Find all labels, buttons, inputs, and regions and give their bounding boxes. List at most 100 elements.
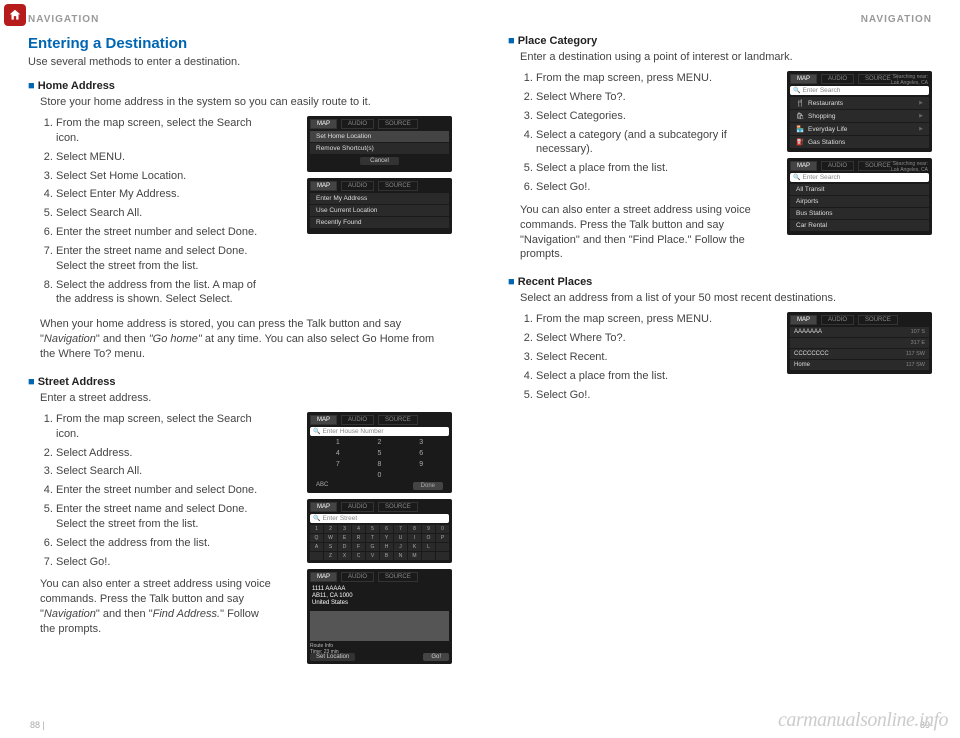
screenshot-recent-1: MAPAUDIOSOURCE AAAAAAA107᠎ S 317᠎ E CCCC…: [787, 312, 932, 374]
recent-row: 317᠎ E: [790, 338, 929, 348]
recent-row: Home117᠎ SW: [790, 360, 929, 370]
chevron-right-icon: ▶: [919, 113, 923, 119]
tab-source: SOURCE: [858, 315, 898, 325]
tab-map: MAP: [310, 502, 337, 512]
page-title: Entering a Destination: [28, 35, 452, 52]
set-location-button: Set Location: [310, 653, 355, 661]
list-item: Enter the street name and select Done. S…: [56, 502, 274, 532]
tab-map: MAP: [310, 181, 337, 191]
tab-map: MAP: [310, 415, 337, 425]
place-note: You can also enter a street address usin…: [508, 203, 754, 262]
menu-row: 🛍Shopping▶: [790, 110, 929, 122]
restaurant-icon: 🍴: [796, 99, 804, 105]
page-number-left: 88 |: [30, 720, 45, 730]
search-input: Enter Search: [802, 174, 840, 181]
list-item: From the map screen, select the Search i…: [56, 116, 274, 146]
cancel-button: Cancel: [360, 157, 399, 165]
section-home-address: Home Address: [28, 80, 452, 92]
addr-line: 1111 AAAAA: [312, 586, 447, 593]
go-button: Go!: [423, 653, 449, 661]
street-note: You can also enter a street address usin…: [28, 577, 274, 636]
abc-toggle: ABC: [316, 482, 328, 490]
menu-row: Airports: [790, 196, 929, 207]
tab-audio: AUDIO: [821, 74, 854, 84]
list-item: Select Where To?.: [536, 331, 754, 346]
recent-row: AAAAAAA107᠎ S: [790, 327, 929, 337]
screenshot-home-1: MAP AUDIO SOURCE Set Home Location Remove …: [307, 116, 452, 172]
list-item: Select a category (and a subcategory if …: [536, 128, 754, 158]
input-placeholder: Enter Street: [322, 515, 357, 522]
list-item: Select Categories.: [536, 109, 754, 124]
gas-icon: ⛽: [796, 138, 804, 144]
home-steps: From the map screen, select the Search i…: [28, 116, 274, 307]
recent-desc: Select an address from a list of your 50…: [508, 292, 932, 304]
tab-map: MAP: [310, 119, 337, 129]
screenshot-street-2: MAPAUDIOSOURCE Enter Street 1234567890QW…: [307, 499, 452, 563]
screenshot-home-2: MAPAUDIOSOURCE Enter My Address Use Curr…: [307, 178, 452, 234]
done-button: Done: [413, 482, 443, 490]
chevron-right-icon: ▶: [919, 100, 923, 106]
list-item: Select Recent.: [536, 350, 754, 365]
map-preview: [310, 611, 449, 641]
addr-line: AB11, CA 1000: [312, 593, 447, 600]
list-item: Select Address.: [56, 446, 274, 461]
list-item: From the map screen, press MENU.: [536, 312, 754, 327]
list-item: Select a place from the list.: [536, 161, 754, 176]
tab-map: MAP: [790, 161, 817, 171]
street-steps: From the map screen, select the Search i…: [28, 412, 274, 570]
street-desc: Enter a street address.: [28, 392, 452, 404]
list-item: Select a place from the list.: [536, 369, 754, 384]
menu-row: Remove Shortcut(s): [310, 143, 449, 154]
list-item: Select Set Home Location.: [56, 169, 274, 184]
tab-audio: AUDIO: [341, 502, 374, 512]
list-item: Enter the street number and select Done.: [56, 225, 274, 240]
header-left: NAVIGATION: [28, 14, 452, 25]
list-item: From the map screen, press MENU.: [536, 71, 754, 86]
recent-steps: From the map screen, press MENU. Select …: [508, 312, 754, 402]
tab-audio: AUDIO: [341, 119, 374, 129]
list-item: Select Search All.: [56, 206, 274, 221]
watermark: carmanualsonline.info: [778, 709, 948, 732]
addr-line: United States: [312, 600, 447, 607]
tab-audio: AUDIO: [821, 161, 854, 171]
tab-source: SOURCE: [378, 119, 418, 129]
menu-row: Recently Found: [310, 217, 449, 228]
tab-map: MAP: [790, 74, 817, 84]
recent-row: CCCCCCCC117᠎ SW: [790, 349, 929, 359]
tab-audio: AUDIO: [341, 572, 374, 582]
screenshot-place-1: MAPAUDIOSOURCE Searching near:Los Angele…: [787, 71, 932, 152]
shopping-icon: 🛍: [796, 112, 804, 118]
tab-source: SOURCE: [378, 181, 418, 191]
section-recent-places: Recent Places: [508, 276, 932, 288]
menu-row: 🍴Restaurants▶: [790, 97, 929, 109]
list-item: Select MENU.: [56, 150, 274, 165]
section-street-address: Street Address: [28, 376, 452, 388]
everyday-icon: 🏪: [796, 125, 804, 131]
home-desc: Store your home address in the system so…: [28, 96, 452, 108]
tab-source: SOURCE: [378, 502, 418, 512]
menu-row: Bus Stations: [790, 208, 929, 219]
list-item: Select Go!.: [536, 388, 754, 403]
home-note: When your home address is stored, you ca…: [28, 317, 452, 362]
list-item: Enter the street name and select Done. S…: [56, 244, 274, 274]
menu-row: 🏪Everyday Life▶: [790, 123, 929, 135]
list-item: From the map screen, select the Search i…: [56, 412, 274, 442]
menu-row: All Transit: [790, 184, 929, 195]
list-item: Select the address from the list. A map …: [56, 278, 274, 308]
header-right: NAVIGATION: [508, 14, 932, 25]
place-steps: From the map screen, press MENU. Select …: [508, 71, 754, 195]
tab-map: MAP: [310, 572, 337, 582]
input-placeholder: Enter House Number: [322, 428, 383, 435]
tab-source: SOURCE: [378, 415, 418, 425]
screenshot-street-1: MAPAUDIOSOURCE Enter House Number 123456…: [307, 412, 452, 493]
menu-row: Use Current Location: [310, 205, 449, 216]
section-place-category: Place Category: [508, 35, 932, 47]
page-intro: Use several methods to enter a destinati…: [28, 56, 452, 68]
menu-row: Enter My Address: [310, 193, 449, 204]
menu-row: Set Home Location: [310, 131, 449, 142]
tab-map: MAP: [790, 315, 817, 325]
list-item: Select Where To?.: [536, 90, 754, 105]
list-item: Select Enter My Address.: [56, 187, 274, 202]
tab-source: SOURCE: [378, 572, 418, 582]
search-input: Enter Search: [802, 87, 840, 94]
